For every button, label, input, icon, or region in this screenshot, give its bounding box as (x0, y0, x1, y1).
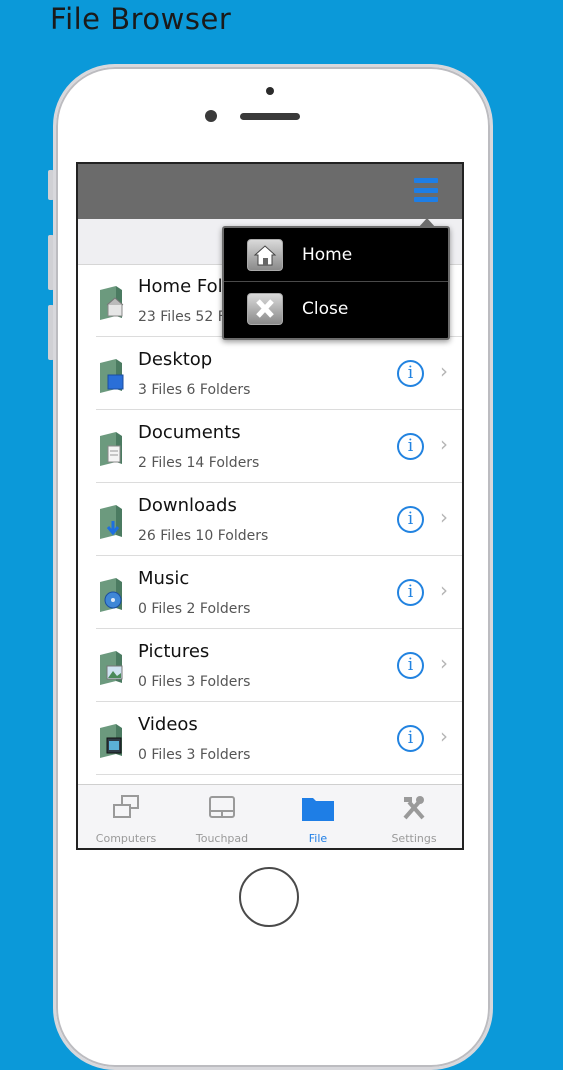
folder-row-documents[interactable]: Documents 2 Files 14 Folders i › (96, 410, 462, 483)
phone-home-button[interactable] (239, 867, 299, 927)
pictures-folder-icon (100, 651, 123, 685)
tab-touchpad[interactable]: Touchpad (174, 785, 270, 848)
close-icon (247, 293, 283, 325)
popup-arrow (418, 218, 436, 228)
music-folder-icon (100, 578, 122, 612)
folder-meta: 26 Files 10 Folders (138, 528, 269, 544)
tab-computers[interactable]: Computers (78, 785, 174, 848)
info-icon[interactable]: i (397, 652, 424, 679)
tab-label: Settings (391, 832, 437, 845)
home-icon (247, 239, 283, 271)
phone-sensor (266, 87, 274, 95)
chevron-right-icon[interactable]: › (440, 651, 448, 675)
documents-folder-icon (100, 432, 122, 466)
folder-meta: 23 Files 52 F (138, 309, 226, 325)
folder-name: Pictures (138, 641, 210, 662)
folder-row-desktop[interactable]: Desktop 3 Files 6 Folders i › (96, 337, 462, 410)
folder-name: Documents (138, 422, 241, 443)
folder-meta: 0 Files 3 Folders (138, 674, 251, 690)
home-folder-icon (100, 286, 124, 320)
menu-item-close[interactable]: Close (224, 282, 448, 335)
tab-label: Touchpad (195, 832, 249, 845)
info-icon[interactable]: i (397, 433, 424, 460)
folder-meta: 0 Files 3 Folders (138, 747, 251, 763)
videos-folder-icon (100, 724, 122, 758)
folder-meta: 3 Files 6 Folders (138, 382, 251, 398)
settings-tools-icon (403, 796, 425, 820)
menu-item-label: Close (302, 299, 349, 319)
folder-row-downloads[interactable]: Downloads 26 Files 10 Folders i › (96, 483, 462, 556)
folder-row-pictures[interactable]: Pictures 0 Files 3 Folders i › (96, 629, 462, 702)
folder-icon (302, 798, 334, 821)
hamburger-menu-icon[interactable] (414, 178, 438, 202)
chevron-right-icon[interactable]: › (440, 432, 448, 456)
desktop-folder-icon (100, 359, 124, 393)
folder-meta: 0 Files 2 Folders (138, 601, 251, 617)
touchpad-icon (209, 796, 235, 818)
chevron-right-icon[interactable]: › (440, 505, 448, 529)
menu-item-label: Home (302, 245, 353, 265)
tab-label: Computers (95, 832, 157, 845)
folder-name: Desktop (138, 349, 213, 370)
computers-icon (113, 795, 139, 818)
folder-name: Videos (138, 714, 198, 735)
folder-meta: 2 Files 14 Folders (138, 455, 260, 471)
tab-settings[interactable]: Settings (366, 785, 462, 848)
page-caption: File Browser (50, 2, 232, 36)
folder-row-music[interactable]: Music 0 Files 2 Folders i › (96, 556, 462, 629)
tab-label: File (308, 832, 328, 845)
folder-name: Music (138, 568, 190, 589)
tab-file[interactable]: File (270, 785, 366, 848)
info-icon[interactable]: i (397, 579, 424, 606)
folder-name: Home Fol (138, 276, 223, 297)
menu-item-home[interactable]: Home (224, 228, 448, 281)
phone-camera (205, 110, 217, 122)
chevron-right-icon[interactable]: › (440, 359, 448, 383)
tab-bar: Computers Touchpad File Settings (78, 784, 462, 848)
info-icon[interactable]: i (397, 360, 424, 387)
downloads-folder-icon (100, 505, 122, 539)
phone-speaker (240, 113, 300, 120)
folder-row-videos[interactable]: Videos 0 Files 3 Folders i › (96, 702, 462, 775)
info-icon[interactable]: i (397, 725, 424, 752)
chevron-right-icon[interactable]: › (440, 724, 448, 748)
info-icon[interactable]: i (397, 506, 424, 533)
folder-list: Home Fol 23 Files 52 F Desktop 3 Files 6… (78, 264, 462, 775)
chevron-right-icon[interactable]: › (440, 578, 448, 602)
top-bar (78, 164, 462, 219)
folder-name: Downloads (138, 495, 237, 516)
dropdown-menu: Home Close (222, 218, 450, 340)
